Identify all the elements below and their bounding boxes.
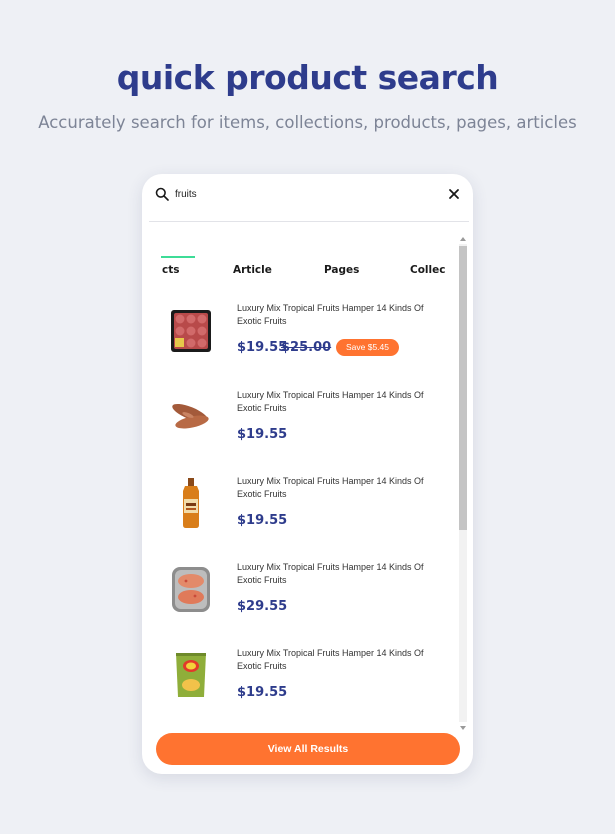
product-price: $19.55	[237, 427, 288, 442]
sweet-potatoes-image	[172, 403, 209, 429]
save-badge: Save $5.45	[336, 339, 399, 356]
tab-products[interactable]: cts	[162, 264, 180, 276]
list-item[interactable]: Luxury Mix Tropical Fruits Hamper 14 Kin…	[142, 294, 454, 374]
product-title: Luxury Mix Tropical Fruits Hamper 14 Kin…	[237, 648, 424, 671]
tab-pages[interactable]: Pages	[324, 264, 359, 276]
search-divider	[149, 221, 469, 222]
product-price: $29.55	[237, 599, 288, 614]
ground-meat-tray-image	[171, 310, 211, 352]
search-icon	[155, 187, 169, 201]
search-input[interactable]	[175, 185, 375, 203]
product-title: Luxury Mix Tropical Fruits Hamper 14 Kin…	[237, 476, 424, 499]
product-title: Luxury Mix Tropical Fruits Hamper 14 Kin…	[237, 390, 424, 413]
list-item[interactable]: Luxury Mix Tropical Fruits Hamper 14 Kin…	[142, 553, 454, 633]
product-title: Luxury Mix Tropical Fruits Hamper 14 Kin…	[237, 562, 424, 585]
product-title: Luxury Mix Tropical Fruits Hamper 14 Kin…	[237, 303, 424, 326]
scroll-up-arrow-icon[interactable]	[460, 236, 466, 242]
view-all-results-button[interactable]: View All Results	[156, 733, 460, 765]
result-tabs: cts Article Pages Collec	[142, 254, 454, 282]
product-price: $19.55	[237, 513, 288, 528]
results-list: Luxury Mix Tropical Fruits Hamper 14 Kin…	[142, 294, 454, 724]
tab-article[interactable]: Article	[233, 264, 272, 276]
tab-collections[interactable]: Collec	[410, 264, 445, 276]
scroll-down-arrow-icon[interactable]	[460, 725, 466, 731]
active-tab-indicator	[161, 256, 195, 258]
page-subtitle: Accurately search for items, collections…	[38, 113, 577, 132]
results-scrollbar[interactable]	[458, 236, 468, 731]
list-item[interactable]: Luxury Mix Tropical Fruits Hamper 14 Kin…	[142, 467, 454, 547]
close-icon[interactable]	[447, 187, 461, 201]
product-price: $19.55	[237, 340, 288, 355]
list-item[interactable]: Luxury Mix Tropical Fruits Hamper 14 Kin…	[142, 381, 454, 461]
chips-bag-image	[176, 653, 206, 697]
page-title: quick product search	[116, 58, 499, 97]
search-bar	[142, 174, 473, 214]
product-price: $19.55	[237, 685, 288, 700]
list-item[interactable]: Luxury Mix Tropical Fruits Hamper 14 Kin…	[142, 639, 454, 719]
product-old-price: $25.00	[281, 340, 332, 355]
search-panel: cts Article Pages Collec Luxury Mix Trop…	[142, 174, 473, 774]
fish-tray-image	[172, 567, 210, 612]
scroll-thumb[interactable]	[459, 246, 467, 530]
whisky-bottle-image	[183, 478, 199, 528]
